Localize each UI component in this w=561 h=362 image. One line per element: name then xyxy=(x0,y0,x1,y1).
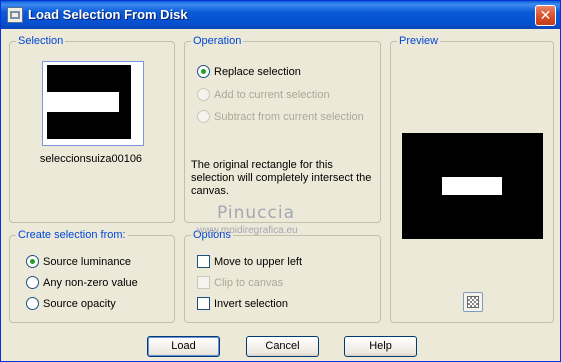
preview-selection-rect xyxy=(442,177,502,195)
operation-legend: Operation xyxy=(191,35,244,47)
radio-subtract-from-selection[interactable]: Subtract from current selection xyxy=(197,109,364,125)
checkbox[interactable] xyxy=(197,276,210,289)
title-bar[interactable]: Load Selection From Disk ✕ xyxy=(1,1,560,29)
load-button[interactable]: Load xyxy=(147,336,220,357)
watermark-name: Pinuccia xyxy=(217,203,295,223)
close-button[interactable]: ✕ xyxy=(535,5,556,26)
radio-source-luminance[interactable]: Source luminance xyxy=(26,254,131,270)
checkbox-move-upper-left[interactable]: Move to upper left xyxy=(197,254,302,270)
radio-replace-selection[interactable]: Replace selection xyxy=(197,64,301,80)
radio-label: Subtract from current selection xyxy=(214,111,364,123)
radio-button[interactable] xyxy=(26,297,39,310)
radio-label: Replace selection xyxy=(214,66,301,78)
radio-button[interactable] xyxy=(197,110,210,123)
thumbnail-image xyxy=(47,65,131,139)
intersection-info-text: The original rectangle for this selectio… xyxy=(191,159,372,197)
selection-app-icon xyxy=(7,7,23,23)
selection-legend: Selection xyxy=(16,35,66,47)
selection-thumbnail[interactable] xyxy=(42,61,144,146)
checkbox-clip-to-canvas[interactable]: Clip to canvas xyxy=(197,275,283,291)
radio-label: Any non-zero value xyxy=(43,277,138,289)
window-title: Load Selection From Disk xyxy=(28,7,188,22)
radio-any-non-zero[interactable]: Any non-zero value xyxy=(26,275,138,291)
checkbox-label: Move to upper left xyxy=(214,256,303,268)
checkbox-label: Clip to canvas xyxy=(214,277,284,289)
watermark-url: www.moidiregrafica.eu xyxy=(197,225,298,236)
radio-label: Source opacity xyxy=(43,298,116,310)
thumbnail-white-band xyxy=(47,92,119,112)
radio-button[interactable] xyxy=(26,255,39,268)
checkbox-invert-selection[interactable]: Invert selection xyxy=(197,296,288,312)
cancel-button[interactable]: Cancel xyxy=(246,336,319,357)
checkbox-label: Invert selection xyxy=(214,298,288,310)
radio-button[interactable] xyxy=(197,65,210,78)
radio-add-to-selection[interactable]: Add to current selection xyxy=(197,87,330,103)
dialog-window: Load Selection From Disk ✕ Selection sel… xyxy=(0,0,561,362)
preview-background-toggle[interactable] xyxy=(463,292,483,312)
radio-button[interactable] xyxy=(197,88,210,101)
radio-label: Add to current selection xyxy=(214,89,330,101)
selection-file-name: seleccionsuiza00106 xyxy=(39,153,143,165)
checkerboard-icon xyxy=(467,296,479,308)
preview-canvas xyxy=(402,133,543,239)
help-button[interactable]: Help xyxy=(344,336,417,357)
preview-legend: Preview xyxy=(397,35,441,47)
create-from-legend: Create selection from: xyxy=(16,229,128,241)
radio-button[interactable] xyxy=(26,276,39,289)
radio-source-opacity[interactable]: Source opacity xyxy=(26,296,116,312)
radio-label: Source luminance xyxy=(43,256,132,268)
checkbox[interactable] xyxy=(197,297,210,310)
close-icon: ✕ xyxy=(539,7,552,23)
checkbox[interactable] xyxy=(197,255,210,268)
